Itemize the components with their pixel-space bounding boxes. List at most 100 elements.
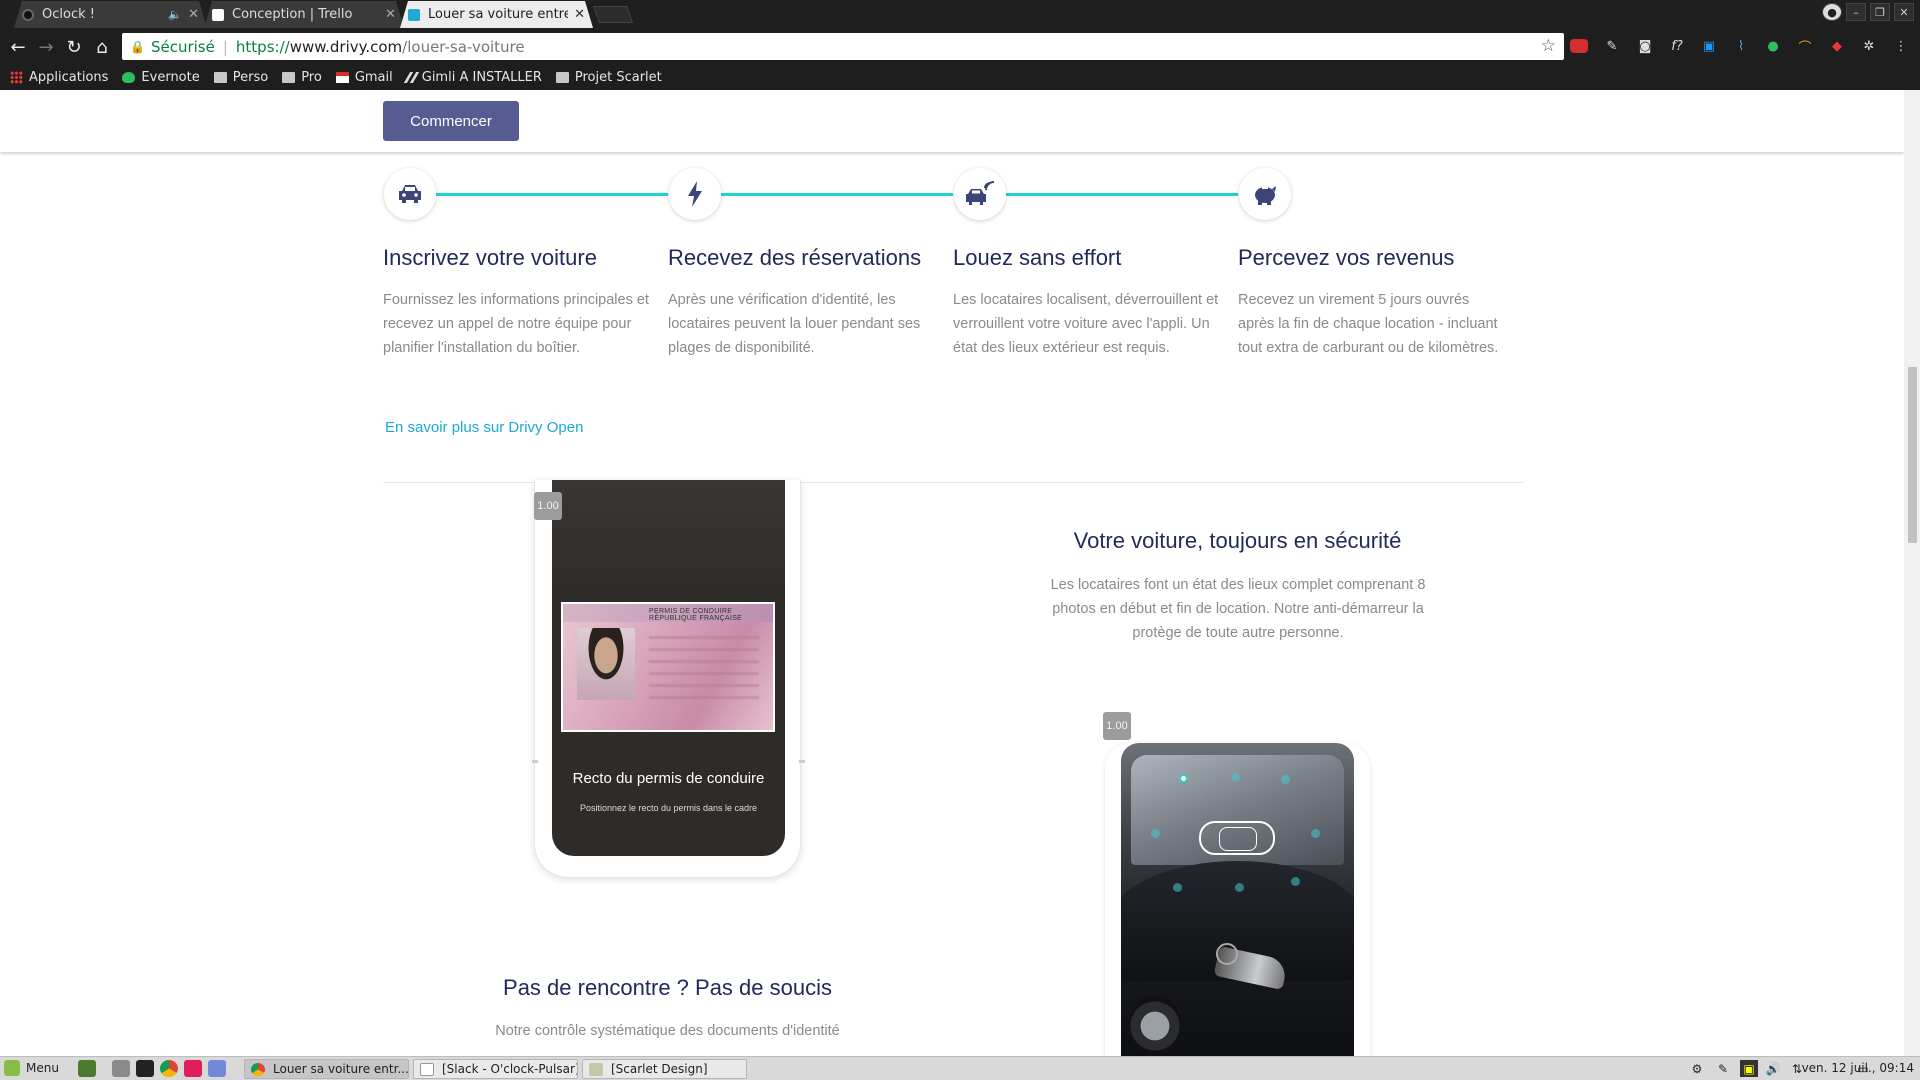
display-tray-icon[interactable]: ▣ [1740, 1060, 1758, 1077]
discord-launcher-icon[interactable] [208, 1060, 226, 1077]
step-description: Les locataires localisent, déverrouillen… [953, 292, 1219, 356]
extension-pen-icon[interactable]: ✎ [1601, 36, 1623, 56]
file-manager-icon[interactable] [112, 1060, 130, 1077]
bookmark-label: Gmail [354, 70, 393, 85]
inspection-marker [1235, 883, 1244, 892]
lightning-icon [688, 181, 702, 207]
close-tab-icon[interactable]: ✕ [574, 7, 585, 22]
extension-settings-icon[interactable]: ✲ [1858, 36, 1880, 56]
url-protocol: https:// [235, 37, 290, 56]
minimize-icon[interactable]: – [1846, 3, 1866, 21]
bookmark-applications[interactable]: Applications [10, 70, 108, 85]
browser-tab-strip: Oclock ! 🔈 ✕ Conception | Trello ✕ Louer… [0, 0, 1920, 28]
browser-toolbar: ← → ↻ ⌂ 🔒 Sécurisé | https:// www.drivy.… [0, 28, 1920, 65]
close-window-icon[interactable]: ✕ [1894, 3, 1914, 21]
taskbar-window-chrome[interactable]: Louer sa voiture entr... [244, 1059, 409, 1079]
licence-text-lines [649, 636, 759, 706]
address-bar[interactable]: 🔒 Sécurisé | https:// www.drivy.com /lou… [122, 33, 1564, 60]
bookmark-star-icon[interactable]: ☆ [1541, 36, 1556, 56]
restore-icon[interactable]: ❐ [1870, 3, 1890, 21]
tab-oclock[interactable]: Oclock ! 🔈 ✕ [14, 1, 207, 28]
home-icon[interactable]: ⌂ [90, 35, 114, 59]
extension-ublock-icon[interactable]: ◆ [1826, 36, 1848, 56]
bookmark-projet-scarlet[interactable]: Projet Scarlet [555, 70, 662, 85]
step-description: Fournissez les informations principales … [383, 292, 649, 356]
apps-grid-icon [10, 71, 23, 84]
drivy-open-link[interactable]: En savoir plus sur Drivy Open [385, 419, 583, 436]
forward-icon[interactable]: → [34, 35, 58, 59]
phone-subcaption: Positionnez le recto du permis dans le c… [579, 803, 758, 813]
close-tab-icon[interactable]: ✕ [188, 7, 199, 22]
gmail-icon [335, 72, 349, 83]
new-tab-button[interactable] [592, 6, 634, 23]
show-desktop-icon[interactable] [78, 1060, 96, 1077]
bookmark-pro[interactable]: Pro [282, 70, 322, 85]
step-title: Percevez vos revenus [1238, 245, 1455, 270]
folder-icon [213, 72, 227, 83]
drivy-favicon-icon [408, 9, 420, 21]
timeline-connector [436, 193, 668, 196]
taskbar-window-scarlet[interactable]: [Scarlet Design] [582, 1059, 747, 1079]
taskbar-window-label: [Slack - O'clock-Pulsar] [442, 1062, 578, 1076]
profile-icon[interactable]: ● [1822, 3, 1842, 21]
scrollbar-thumb[interactable] [1908, 367, 1917, 543]
timeline-connector [1006, 193, 1238, 196]
extension-rainbow-icon[interactable]: ⌒ [1794, 36, 1816, 56]
bookmark-label: Gimli A INSTALLER [421, 70, 542, 85]
extension-evernote-icon[interactable]: ● [1762, 36, 1784, 56]
slack-launcher-icon[interactable] [184, 1060, 202, 1077]
bookmark-label: Perso [232, 70, 269, 85]
security-description: Les locataires font un état des lieux co… [1050, 577, 1426, 641]
taskbar-window-label: Louer sa voiture entr... [273, 1062, 409, 1076]
bookmark-gmail[interactable]: Gmail [335, 70, 393, 85]
tab-trello[interactable]: Conception | Trello ✕ [204, 1, 404, 28]
mint-logo-icon [4, 1060, 20, 1076]
url-host: www.drivy.com [289, 37, 403, 56]
os-taskbar: Menu Louer sa voiture entr... [Slack - O… [0, 1056, 1920, 1080]
reload-icon[interactable]: ↻ [62, 35, 86, 59]
bookmark-label: Pro [301, 70, 322, 85]
start-menu-button[interactable]: Menu [4, 1060, 59, 1076]
phone-side-button [532, 760, 538, 763]
page-scrollbar[interactable] [1904, 90, 1920, 1056]
speaker-icon[interactable]: 🔈 [168, 8, 182, 21]
step-description: Après une vérification d'identité, les l… [668, 292, 921, 356]
step-title: Louez sans effort [953, 245, 1122, 270]
security-title: Votre voiture, toujours en sécurité [1073, 528, 1402, 553]
licence-photo [577, 628, 635, 700]
terminal-icon[interactable] [136, 1060, 154, 1077]
bookmark-evernote[interactable]: Evernote [122, 70, 200, 85]
timeline-connector [721, 193, 953, 196]
car-icon [399, 185, 421, 203]
bookmark-gimli[interactable]: Gimli A INSTALLER [403, 70, 542, 85]
close-tab-icon[interactable]: ✕ [385, 7, 396, 22]
speed-badge[interactable]: 1.00 [534, 492, 562, 520]
bookmarks-bar: Applications Evernote Perso Pro Gmail Gi… [0, 65, 1920, 90]
step-icon-circle [384, 168, 436, 220]
settings-tray-icon[interactable]: ⚙ [1688, 1060, 1706, 1077]
clock[interactable]: ven. 12 juil., 09:14 [1802, 1061, 1914, 1075]
extension-camera-icon[interactable]: ◙ [1634, 36, 1656, 56]
pen-tray-icon[interactable]: ✎ [1714, 1060, 1732, 1077]
chrome-launcher-icon[interactable] [160, 1060, 178, 1077]
extension-feather-icon[interactable]: ⌇ [1730, 36, 1752, 56]
evernote-icon [122, 72, 136, 83]
chrome-menu-icon[interactable]: ⋮ [1890, 36, 1912, 56]
back-icon[interactable]: ← [6, 35, 30, 59]
bookmark-perso[interactable]: Perso [213, 70, 269, 85]
lock-icon[interactable]: 🔒 [130, 40, 145, 54]
tab-title: Conception | Trello [232, 7, 353, 22]
tab-drivy[interactable]: Louer sa voiture entre p ✕ [400, 1, 593, 28]
car-outline-overlay-icon [1199, 821, 1275, 855]
extension-screenshot-icon[interactable]: ▣ [1698, 36, 1720, 56]
gimli-icon [403, 72, 419, 83]
speed-badge[interactable]: 1.00 [1103, 712, 1131, 740]
commencer-button[interactable]: Commencer [383, 101, 519, 141]
inspection-marker [1151, 829, 1160, 838]
extension-formula-icon[interactable]: f? [1666, 36, 1688, 56]
volume-icon[interactable]: 🔊 [1764, 1060, 1782, 1077]
taskbar-window-slack[interactable]: [Slack - O'clock-Pulsar] [413, 1059, 578, 1079]
extension-youtube-icon[interactable] [1570, 39, 1588, 53]
inspection-marker [1173, 883, 1182, 892]
inspection-marker [1311, 829, 1320, 838]
